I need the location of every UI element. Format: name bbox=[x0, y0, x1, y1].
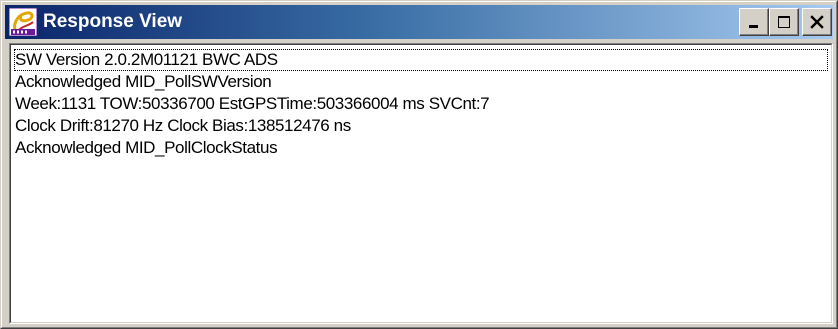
response-line-3[interactable]: Week:1131 TOW:50336700 EstGPSTime:503366… bbox=[14, 93, 828, 115]
sirf-app-icon[interactable] bbox=[9, 8, 37, 36]
title-bar[interactable]: Response View bbox=[5, 5, 833, 39]
response-lines: SW Version 2.0.2M01121 BWC ADS Acknowled… bbox=[14, 49, 828, 159]
maximize-button[interactable] bbox=[769, 8, 799, 36]
close-button[interactable] bbox=[802, 8, 832, 36]
response-view-window: Response View SW Version 2.0.2M01121 BWC… bbox=[0, 0, 838, 329]
close-icon bbox=[810, 15, 824, 29]
response-line-2[interactable]: Acknowledged MID_PollSWVersion bbox=[14, 71, 828, 93]
response-line-1[interactable]: SW Version 2.0.2M01121 BWC ADS bbox=[14, 49, 828, 71]
response-line-5[interactable]: Acknowledged MID_PollClockStatus bbox=[14, 137, 828, 159]
minimize-button[interactable] bbox=[739, 8, 769, 36]
response-list[interactable]: SW Version 2.0.2M01121 BWC ADS Acknowled… bbox=[9, 43, 833, 324]
title-bar-buttons bbox=[739, 8, 832, 36]
minimize-icon bbox=[749, 25, 758, 28]
window-title: Response View bbox=[43, 11, 183, 32]
maximize-icon bbox=[778, 16, 790, 28]
response-line-4[interactable]: Clock Drift:81270 Hz Clock Bias:13851247… bbox=[14, 115, 828, 137]
